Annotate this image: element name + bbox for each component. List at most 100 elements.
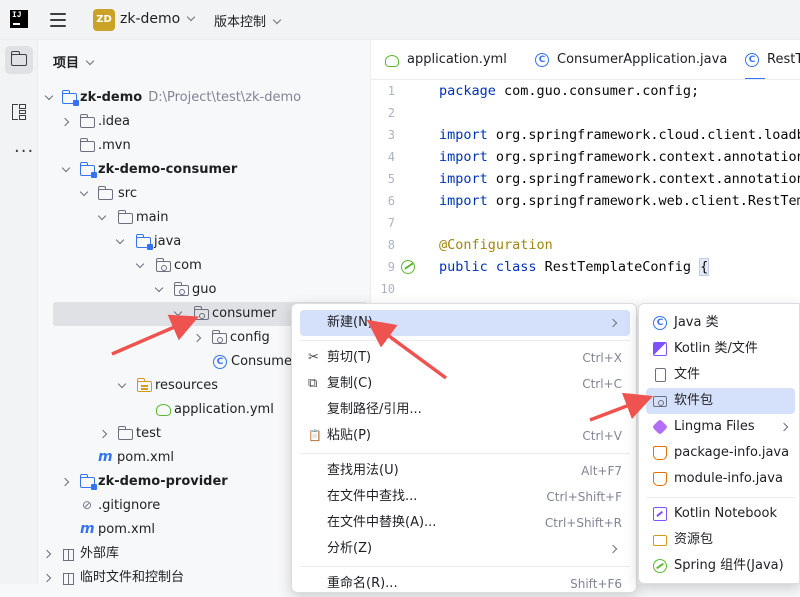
tree-node-zk-demo[interactable]: zk-demo D:\Project\test\zk-demo xyxy=(38,86,368,110)
tree-node-zk-demo-consumer[interactable]: zk-demo-consumer xyxy=(38,158,368,182)
maven-icon: m xyxy=(98,449,113,465)
submenu-item-file[interactable]: 文件 xyxy=(646,362,795,388)
menu-item-copy-path[interactable]: 复制路径/引用... xyxy=(300,397,630,423)
submenu-item-kotlin[interactable]: Kotlin 类/文件 xyxy=(646,336,795,362)
chevron-down-icon[interactable] xyxy=(44,91,54,101)
menu-shortcut: Ctrl+Shift+R xyxy=(544,516,622,530)
chevron-right-icon[interactable] xyxy=(98,429,108,439)
structure-tool-button[interactable] xyxy=(5,98,33,126)
menu-item-label: 新建(N) xyxy=(327,315,373,330)
package-icon xyxy=(653,396,667,407)
submenu-item-module-info[interactable]: module-info.java xyxy=(646,466,795,492)
structure-icon xyxy=(12,104,26,120)
package-icon xyxy=(155,258,171,272)
submenu-item-kotlin-notebook[interactable]: Kotlin Notebook xyxy=(646,501,795,527)
menu-item-label: 分析(Z) xyxy=(327,541,373,556)
chevron-down-icon[interactable] xyxy=(79,187,89,197)
chevron-down-icon[interactable] xyxy=(135,259,145,269)
tree-label: src xyxy=(118,186,137,201)
tree-node-mvn[interactable]: .mvn xyxy=(38,134,368,158)
menu-item-analyze[interactable]: 分析(Z) xyxy=(300,536,630,562)
submenu-item-resource-bundle[interactable]: 资源包 xyxy=(646,527,795,553)
line-number: 6 xyxy=(387,194,395,208)
paste-icon: 📋 xyxy=(308,429,322,442)
project-panel-title: 项目 xyxy=(53,56,80,71)
resource-bundle-icon xyxy=(653,535,667,546)
vcs-menu[interactable]: 版本控制 xyxy=(214,11,282,30)
code-brace: { xyxy=(699,258,710,276)
chevron-down-icon[interactable] xyxy=(61,163,71,173)
main-menu-icon[interactable] xyxy=(50,13,66,27)
menu-item-find-usages[interactable]: 查找用法(U) Alt+F7 xyxy=(300,458,630,484)
menu-item-cut[interactable]: ✂ 剪切(T) Ctrl+X xyxy=(300,345,630,371)
menu-item-copy[interactable]: ⧉ 复制(C) Ctrl+C xyxy=(300,371,630,397)
code-line: import org.springframework.web.client.Re… xyxy=(439,190,800,212)
folder-icon xyxy=(79,138,95,152)
tree-node-com[interactable]: com xyxy=(38,254,368,278)
more-tools-button[interactable]: ··· xyxy=(5,138,33,166)
project-switcher[interactable]: zk-demo xyxy=(120,11,196,27)
menu-item-find-in-files[interactable]: 在文件中查找... Ctrl+Shift+F xyxy=(300,484,630,510)
submenu-item-spring-component[interactable]: Spring 组件(Java) xyxy=(646,553,795,579)
tree-label: .gitignore xyxy=(98,498,161,513)
menu-item-label: 在文件中查找... xyxy=(327,489,418,504)
spring-bean-icon[interactable] xyxy=(401,260,415,274)
code-text: com.guo.consumer.config; xyxy=(495,83,700,99)
chevron-right-icon[interactable] xyxy=(42,573,52,583)
source-folder-icon xyxy=(135,234,153,250)
submenu-item-lingma-files[interactable]: Lingma Files xyxy=(646,414,795,440)
tree-label: pom.xml xyxy=(117,450,174,465)
submenu-item-package[interactable]: 软件包 xyxy=(646,388,795,414)
class-icon: C xyxy=(213,355,227,369)
submenu-item-java-class[interactable]: C Java 类 xyxy=(646,310,795,336)
code-keyword: public class xyxy=(439,259,537,275)
chevron-down-icon[interactable] xyxy=(117,379,127,389)
menu-item-rename[interactable]: 重命名(R)... Shift+F6 xyxy=(300,571,630,597)
scratches-icon xyxy=(62,572,77,585)
chevron-right-icon[interactable] xyxy=(192,333,202,343)
submenu-item-package-info[interactable]: package-info.java xyxy=(646,440,795,466)
chevron-down-icon[interactable] xyxy=(97,211,107,221)
tree-node-main[interactable]: main xyxy=(38,206,368,230)
tree-label: pom.xml xyxy=(98,522,155,537)
context-menu: 新建(N) ✂ 剪切(T) Ctrl+X ⧉ 复制(C) Ctrl+C 复制路径… xyxy=(291,303,637,593)
copy-icon: ⧉ xyxy=(308,376,318,391)
menu-separator xyxy=(646,497,795,498)
java-file-icon xyxy=(653,446,667,460)
vcs-label: 版本控制 xyxy=(214,15,267,30)
tree-path: D:\Project\test\zk-demo xyxy=(148,90,302,105)
tab-label: application.yml xyxy=(407,52,507,67)
module-folder-icon xyxy=(61,90,79,106)
chevron-down-icon xyxy=(186,12,196,22)
package-icon xyxy=(211,330,227,344)
tree-node-guo[interactable]: guo xyxy=(38,278,368,302)
menu-item-new[interactable]: 新建(N) xyxy=(300,310,630,336)
submenu-item-label: 软件包 xyxy=(674,393,714,408)
tree-label: zk-demo xyxy=(80,90,143,105)
chevron-down-icon[interactable] xyxy=(115,235,125,245)
line-number: 7 xyxy=(387,216,395,230)
menu-item-paste[interactable]: 📋 粘贴(P) Ctrl+V xyxy=(300,423,630,449)
chevron-right-icon[interactable] xyxy=(60,477,70,487)
tree-label: Consumer xyxy=(231,354,298,369)
intellij-logo-icon[interactable]: IJ xyxy=(10,10,28,28)
line-number: 8 xyxy=(387,238,395,252)
tree-node-java[interactable]: java xyxy=(38,230,368,254)
kotlin-icon xyxy=(653,342,667,356)
chevron-right-icon xyxy=(608,544,618,554)
chevron-down-icon[interactable] xyxy=(173,307,183,317)
chevron-right-icon[interactable] xyxy=(60,117,70,127)
project-badge[interactable]: ZD xyxy=(93,9,115,31)
chevron-down-icon xyxy=(85,56,95,66)
menu-item-replace-in-files[interactable]: 在文件中替换(A)... Ctrl+Shift+R xyxy=(300,510,630,536)
project-tool-button[interactable] xyxy=(5,46,33,74)
menu-item-label: 重命名(R)... xyxy=(327,576,398,591)
menu-shortcut: Alt+F7 xyxy=(581,464,622,478)
tree-node-src[interactable]: src xyxy=(38,182,368,206)
chevron-down-icon[interactable] xyxy=(154,283,164,293)
project-panel-header[interactable]: 项目 xyxy=(53,52,95,71)
code-line: import org.springframework.cloud.client.… xyxy=(439,124,800,146)
chevron-right-icon[interactable] xyxy=(42,549,52,559)
tab-label: ConsumerApplication.java xyxy=(557,52,728,67)
tree-node-idea[interactable]: .idea xyxy=(38,110,368,134)
